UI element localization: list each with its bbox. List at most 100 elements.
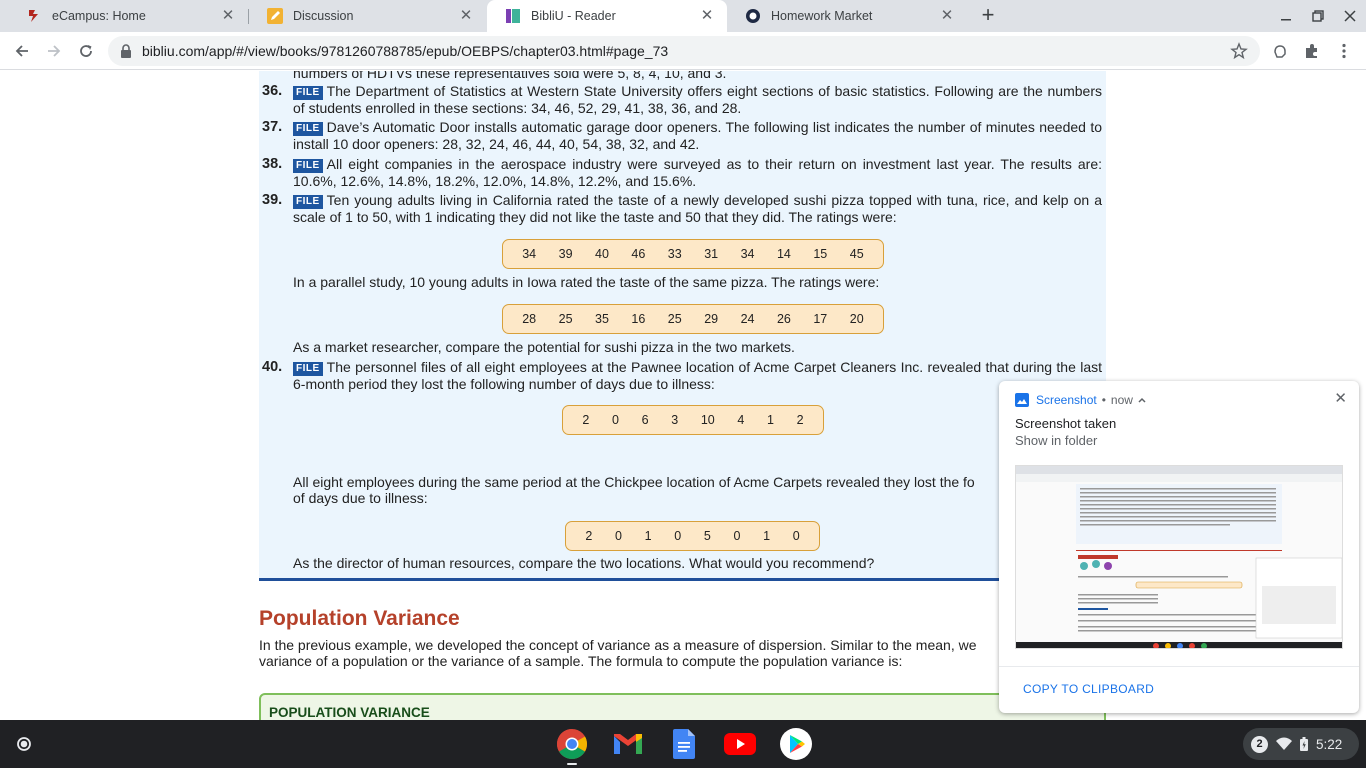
- status-tray[interactable]: 2 5:22: [1243, 728, 1359, 760]
- tab-strip: eCampus: Home ✕ Discussion ✕ BibliU - Re…: [0, 0, 1366, 32]
- ecampus-favicon-icon: [26, 8, 42, 24]
- iowa-ratings-box: 28 25 35 16 25 29 24 26 17 20: [502, 304, 884, 334]
- data-value: 15: [813, 247, 828, 261]
- chickpee-intro-line-2: of days due to illness:: [293, 490, 428, 506]
- file-badge[interactable]: FILE: [293, 159, 323, 173]
- chrome-app[interactable]: [556, 728, 588, 760]
- address-bar[interactable]: bibliu.com/app/#/view/books/978126078878…: [108, 36, 1260, 66]
- docs-icon: [673, 729, 695, 759]
- exercise-40: 40. FILE The personnel files of all eight…: [262, 359, 1102, 393]
- screenshot-thumbnail[interactable]: [1015, 465, 1343, 649]
- notification-header: Screenshot • now: [1015, 393, 1147, 407]
- extension-button[interactable]: [1268, 39, 1292, 63]
- clock-time: 5:22: [1316, 736, 1343, 752]
- close-icon[interactable]: ✕: [939, 8, 955, 24]
- tab-title: BibliU - Reader: [531, 9, 616, 23]
- data-value: 14: [776, 247, 791, 261]
- data-value: 25: [667, 312, 682, 326]
- copy-to-clipboard-button[interactable]: COPY TO CLIPBOARD: [1023, 682, 1154, 696]
- docs-app[interactable]: [668, 728, 700, 760]
- exercise-36: 36. FILE The Department of Statistics at …: [262, 83, 1102, 117]
- data-value: 3: [671, 413, 679, 427]
- browser-menu-button[interactable]: [1332, 39, 1356, 63]
- data-value: 10: [700, 413, 715, 427]
- tab-title: Discussion: [293, 9, 354, 23]
- exercise-text: Dave’s Automatic Door installs automatic…: [293, 119, 1102, 152]
- data-value: 5: [703, 529, 711, 543]
- gmail-app[interactable]: [612, 728, 644, 760]
- minimize-button[interactable]: [1270, 0, 1302, 32]
- data-value: 0: [792, 529, 800, 543]
- chrome-icon: [556, 729, 588, 760]
- exercise-number: 40.: [262, 359, 283, 375]
- file-badge[interactable]: FILE: [293, 86, 323, 100]
- close-icon[interactable]: ✕: [699, 8, 715, 24]
- notification-title: Screenshot taken: [1015, 416, 1117, 431]
- play-store-app[interactable]: [780, 728, 812, 760]
- close-icon[interactable]: ✕: [220, 8, 236, 24]
- show-in-folder-link[interactable]: Show in folder: [1015, 433, 1097, 448]
- data-value: 2: [585, 529, 593, 543]
- market-prompt: As a market researcher, compare the pote…: [293, 339, 795, 355]
- tab-title: Homework Market: [771, 9, 873, 23]
- reload-icon: [80, 45, 92, 57]
- restore-button[interactable]: [1302, 0, 1334, 32]
- file-badge[interactable]: FILE: [293, 362, 323, 376]
- data-value: 25: [558, 312, 573, 326]
- forward-button[interactable]: [42, 39, 66, 63]
- url-text: bibliu.com/app/#/view/books/978126078878…: [142, 43, 669, 59]
- california-ratings-box: 34 39 40 46 33 31 34 14 15 45: [502, 239, 884, 269]
- screenshot-notification[interactable]: Screenshot • now ✕ Screenshot taken Show…: [999, 381, 1359, 713]
- close-icon[interactable]: ✕: [1334, 389, 1347, 407]
- exercise-39: 39. FILE Ten young adults living in Calif…: [262, 192, 1102, 226]
- tab-title: eCampus: Home: [52, 9, 146, 23]
- chickpee-intro-line-1: All eight employees during the same peri…: [293, 474, 975, 490]
- launcher-circle-icon: [17, 737, 31, 751]
- kebab-menu-icon: [1342, 43, 1346, 59]
- exercise-number: 37.: [262, 119, 283, 135]
- launcher-button[interactable]: [8, 728, 40, 760]
- data-value: 39: [558, 247, 573, 261]
- screenshot-preview-image: [1016, 466, 1342, 648]
- chevron-up-icon[interactable]: [1137, 395, 1147, 405]
- new-tab-button[interactable]: +: [976, 4, 1000, 28]
- data-value: 2: [796, 413, 804, 427]
- chickpee-days-box: 2 0 1 0 5 0 1 0: [565, 521, 820, 551]
- data-value: 45: [849, 247, 864, 261]
- data-value: 4: [737, 413, 745, 427]
- youtube-icon: [724, 733, 756, 755]
- data-value: 34: [740, 247, 755, 261]
- tab-bibliu-reader[interactable]: BibliU - Reader ✕: [487, 0, 727, 32]
- file-badge[interactable]: FILE: [293, 122, 323, 136]
- extensions-menu-button[interactable]: [1300, 39, 1324, 63]
- close-window-button[interactable]: [1334, 0, 1366, 32]
- data-value: 0: [614, 529, 622, 543]
- paragraph-line: variance of a population or the variance…: [259, 653, 903, 669]
- tab-homework-market[interactable]: Homework Market ✕: [727, 0, 967, 32]
- reload-button[interactable]: [74, 39, 98, 63]
- cut-off-line: numbers of HDTVs these representatives s…: [293, 71, 727, 81]
- back-button[interactable]: [10, 39, 34, 63]
- pawnee-days-box: 2 0 6 3 10 4 1 2: [562, 405, 824, 435]
- os-shelf: 2 5:22: [0, 720, 1366, 768]
- notification-app-name: Screenshot: [1036, 393, 1097, 407]
- data-value: 0: [611, 413, 619, 427]
- bookmark-star-icon[interactable]: [1230, 42, 1248, 60]
- population-variance-box: POPULATION VARIANCE: [259, 693, 1106, 720]
- data-value: 26: [776, 312, 791, 326]
- data-value: 1: [763, 529, 771, 543]
- hr-prompt: As the director of human resources, comp…: [293, 555, 875, 571]
- exercise-number: 36.: [262, 83, 283, 99]
- bibliu-favicon-icon: [505, 8, 521, 24]
- close-icon[interactable]: ✕: [458, 8, 474, 24]
- image-icon: [1015, 393, 1029, 407]
- arrow-left-icon: [15, 45, 28, 57]
- exercise-37: 37. FILE Dave’s Automatic Door installs a…: [262, 119, 1102, 153]
- restore-icon: [1312, 10, 1324, 22]
- youtube-app[interactable]: [724, 728, 756, 760]
- minimize-icon: [1281, 19, 1291, 21]
- tab-discussion[interactable]: Discussion ✕: [249, 0, 486, 32]
- file-badge[interactable]: FILE: [293, 195, 323, 209]
- tab-ecampus[interactable]: eCampus: Home ✕: [8, 0, 248, 32]
- data-value: 2: [582, 413, 590, 427]
